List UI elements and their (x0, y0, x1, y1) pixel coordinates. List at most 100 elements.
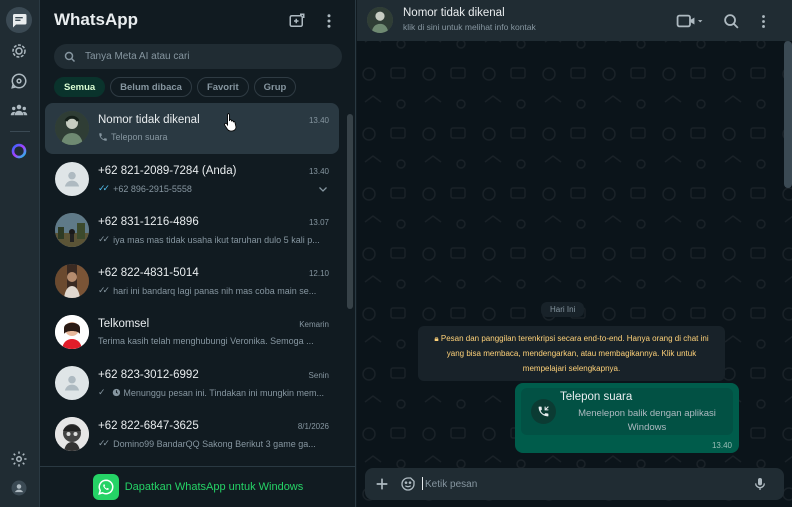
chat-row[interactable]: Nomor tidak dikenal 13.40 Telepon suara (45, 103, 339, 154)
filter-chip-all[interactable]: Semua (54, 77, 106, 97)
conversation-scrollbar[interactable] (784, 41, 792, 188)
outgoing-call-message[interactable]: Telepon suara Menelepon balik dengan apl… (515, 383, 739, 453)
chat-preview: Terima kasih telah menghubungi Veronika.… (98, 336, 324, 346)
filter-chip-unread[interactable]: Belum dibaca (110, 77, 192, 97)
chevron-down-icon[interactable] (317, 182, 329, 200)
chats-icon[interactable] (6, 7, 32, 33)
chat-name: +62 822-4831-5014 (98, 267, 199, 279)
chat-name: Telkomsel (98, 318, 150, 330)
chat-row[interactable]: Telkomsel Kemarin Terima kasih telah men… (45, 307, 339, 358)
chat-name: +62 823-3012-6992 (98, 369, 199, 381)
chat-row[interactable]: +62 831-1216-4896 13.07 ✓✓ iya mas mas t… (45, 205, 339, 256)
navigation-rail (0, 0, 40, 507)
communities-icon[interactable] (8, 99, 30, 121)
date-separator: Hari Ini (541, 302, 585, 317)
message-composer (365, 468, 784, 500)
chat-preview: ✓✓ +62 896-2915-5558 (98, 183, 324, 194)
double-check-icon: ✓✓ (98, 285, 110, 295)
new-chat-icon[interactable] (288, 12, 306, 30)
search-input[interactable] (85, 51, 325, 62)
phone-call-icon (99, 133, 107, 141)
search-bar[interactable] (54, 44, 342, 69)
text-cursor (422, 477, 423, 490)
chat-list-panel: WhatsApp Semua Belum dibaca Favorit Grup… (40, 0, 356, 507)
default-person-icon (64, 375, 80, 391)
search-icon[interactable] (722, 12, 740, 30)
chat-preview: ✓ Menunggu pesan ini. Tindakan ini mungk… (98, 387, 324, 398)
chat-list: Nomor tidak dikenal 13.40 Telepon suara … (45, 103, 341, 465)
double-check-read-icon: ✓✓ (98, 183, 110, 193)
phone-incoming-icon (531, 399, 556, 424)
whatsapp-logo-icon (92, 474, 119, 500)
encryption-notice[interactable]: 🔒︎ Pesan dan panggilan terenkripsi secar… (418, 326, 725, 381)
default-person-icon (64, 171, 80, 187)
app-title: WhatsApp (54, 10, 139, 29)
chat-row[interactable]: +62 821-2089-7284 (Anda) 13.40 ✓✓ +62 89… (45, 154, 339, 205)
chat-row[interactable]: +62 823-3012-6992 Senin ✓ Menunggu pesan… (45, 358, 339, 409)
profile-icon[interactable] (8, 477, 30, 499)
rail-divider (10, 131, 30, 132)
chat-list-scrollbar[interactable] (347, 114, 353, 309)
chat-preview: Telepon suara (98, 132, 324, 142)
avatar (55, 366, 89, 400)
message-input[interactable] (425, 476, 735, 492)
call-card[interactable]: Telepon suara Menelepon balik dengan apl… (521, 388, 733, 435)
sticker-emoji-icon[interactable] (399, 475, 417, 493)
chat-time: 13.07 (308, 218, 329, 227)
chat-name: +62 822-6847-3625 (98, 420, 199, 432)
chat-preview-text: Terima kasih telah menghubungi Veronika.… (98, 336, 314, 346)
get-windows-app-banner[interactable]: Dapatkan WhatsApp untuk Windows (40, 466, 356, 507)
contact-avatar[interactable] (367, 7, 393, 33)
chat-preview-text: Telepon suara (111, 132, 168, 142)
avatar (55, 315, 89, 349)
status-icon[interactable] (8, 40, 30, 62)
conversation-header[interactable]: Nomor tidak dikenal klik di sini untuk m… (357, 0, 792, 41)
chat-name: +62 821-2089-7284 (Anda) (98, 165, 237, 177)
chat-preview: ✓✓ iya mas mas tidak usaha ikut taruhan … (98, 234, 324, 245)
attach-plus-icon[interactable] (373, 475, 391, 493)
chat-preview-text: iya mas mas tidak usaha ikut taruhan dul… (113, 234, 320, 245)
get-windows-app-label[interactable]: Dapatkan WhatsApp untuk Windows (125, 481, 304, 493)
avatar (55, 264, 89, 298)
microphone-icon[interactable] (751, 475, 769, 493)
meta-ai-icon[interactable] (8, 140, 30, 162)
avatar (55, 213, 89, 247)
chat-preview-text: Domino99 BandarQQ Sakong Berikut 3 game … (113, 438, 316, 449)
search-icon (64, 51, 76, 62)
contact-name[interactable]: Nomor tidak dikenal (403, 7, 505, 19)
contact-info-hint[interactable]: klik di sini untuk melihat info kontak (403, 22, 536, 32)
chat-time: 8/1/2026 (297, 422, 329, 431)
chat-row[interactable]: +62 822-4831-5014 12.10 ✓✓ hari ini band… (45, 256, 339, 307)
chat-time: Kemarin (299, 320, 329, 329)
filter-chips: Semua Belum dibaca Favorit Grup (54, 77, 297, 97)
avatar (55, 111, 89, 145)
avatar (55, 417, 89, 451)
avatar (55, 162, 89, 196)
chat-time: 12.10 (308, 269, 329, 278)
call-title: Telepon suara (560, 391, 633, 403)
chat-preview: ✓✓ Domino99 BandarQQ Sakong Berikut 3 ga… (98, 438, 324, 449)
chat-time: Senin (308, 371, 329, 380)
filter-chip-favorites[interactable]: Favorit (196, 77, 249, 97)
chat-row[interactable]: +62 822-6847-3625 8/1/2026 ✓✓ Domino99 B… (45, 409, 339, 460)
menu-kebab-icon[interactable] (754, 12, 772, 30)
hand-pointer-cursor-icon (224, 113, 237, 132)
double-check-icon: ✓✓ (98, 234, 110, 244)
encryption-notice-text: Pesan dan panggilan terenkripsi secara e… (440, 334, 709, 373)
filter-chip-groups[interactable]: Grup (253, 77, 297, 97)
message-time: 13.40 (711, 441, 732, 450)
chat-time: 13.40 (308, 116, 329, 125)
single-check-icon: ✓ (98, 387, 106, 397)
video-call-icon[interactable] (675, 12, 705, 30)
double-check-icon: ✓✓ (98, 438, 110, 448)
conversation-panel: Nomor tidak dikenal klik di sini untuk m… (357, 0, 792, 507)
chat-preview-text: hari ini bandarq lagi panas nih mas coba… (113, 285, 317, 296)
channels-icon[interactable] (8, 70, 30, 92)
chat-preview-text: Menunggu pesan ini. Tindakan ini mungkin… (123, 387, 324, 398)
settings-icon[interactable] (8, 448, 30, 470)
menu-kebab-icon[interactable] (320, 12, 338, 30)
chat-preview-text: +62 896-2915-5558 (113, 183, 192, 194)
clock-icon (112, 388, 120, 397)
chat-time: 13.40 (308, 167, 329, 176)
chat-name: Nomor tidak dikenal (98, 114, 200, 126)
